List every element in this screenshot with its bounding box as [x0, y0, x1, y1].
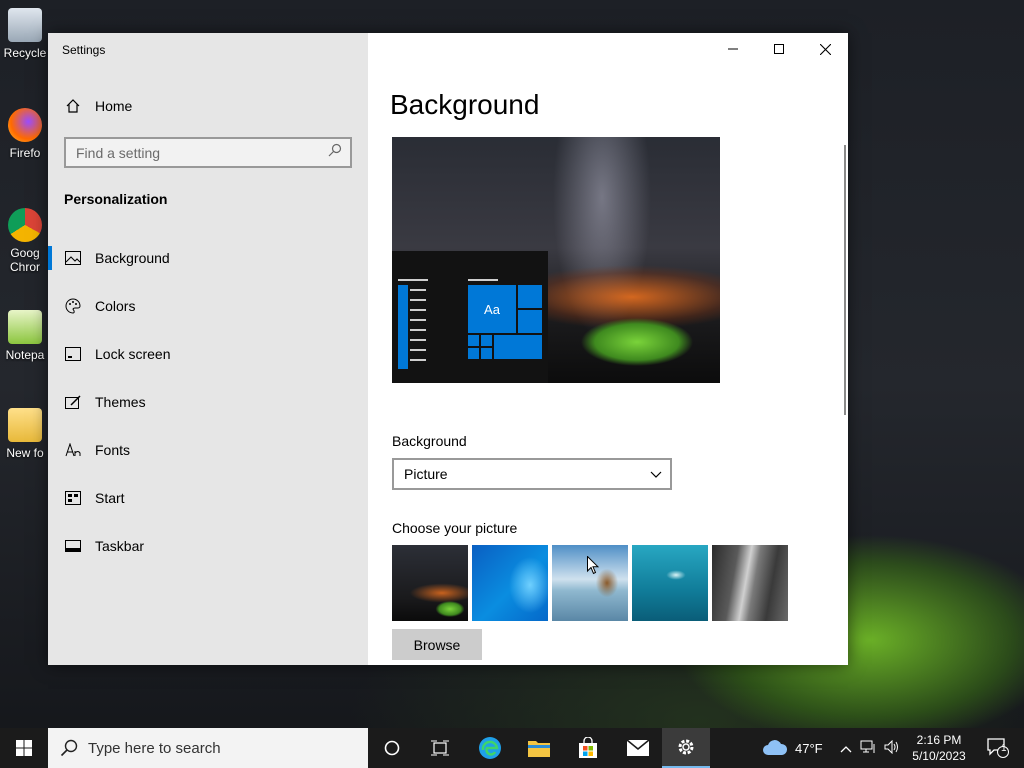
sidebar-item-background[interactable]: Background — [48, 234, 368, 282]
section-title: Personalization — [64, 191, 168, 207]
desktop-icon-label: New fo — [6, 446, 44, 460]
personalization-nav: Background Colors Lock screen Themes Fon… — [48, 234, 368, 570]
sidebar-item-label: Themes — [95, 394, 146, 410]
edge-icon — [479, 737, 501, 759]
desktop-icon-firefox[interactable]: Firefo — [0, 108, 50, 160]
desktop-icon-label: Recycle — [3, 46, 47, 60]
sidebar-item-label: Lock screen — [95, 346, 171, 362]
search-icon[interactable] — [328, 143, 342, 162]
sidebar: Settings Home Personalization Background — [48, 33, 368, 665]
sidebar-item-fonts[interactable]: Fonts — [48, 426, 368, 474]
recycle-bin-icon — [8, 8, 42, 42]
taskbar-app-file-explorer[interactable] — [515, 728, 563, 768]
sidebar-item-label: Start — [95, 490, 125, 506]
notification-count: 1 — [1001, 743, 1007, 754]
chevron-up-icon[interactable] — [840, 741, 852, 756]
sidebar-item-themes[interactable]: Themes — [48, 378, 368, 426]
network-icon[interactable] — [860, 740, 876, 757]
windows-logo-icon — [16, 740, 32, 756]
taskbar-search-placeholder: Type here to search — [88, 739, 221, 757]
browse-button[interactable]: Browse — [392, 629, 482, 660]
clock-time: 2:16 PM — [916, 733, 962, 747]
firefox-icon — [8, 108, 42, 142]
desktop-icon-label: Firefo — [9, 146, 41, 160]
mail-icon — [626, 739, 650, 756]
weather-temperature: 47°F — [795, 740, 823, 756]
home-icon — [64, 97, 82, 115]
find-setting-search[interactable] — [64, 137, 352, 168]
desktop-icon-label: Goog Chror — [9, 246, 40, 274]
cloud-icon — [763, 740, 788, 755]
choose-picture-label: Choose your picture — [392, 520, 518, 536]
picture-thumbnail[interactable] — [392, 545, 468, 621]
preview-tile-text: Aa — [468, 285, 516, 333]
taskbar-app-mail[interactable] — [614, 728, 662, 768]
store-icon — [579, 737, 597, 758]
desktop-icon-notepad[interactable]: Notepa — [0, 310, 50, 362]
folder-icon — [528, 741, 550, 757]
sidebar-item-label: Taskbar — [95, 538, 145, 554]
find-setting-input[interactable] — [76, 144, 328, 161]
background-type-value: Picture — [404, 466, 448, 482]
taskbar-app-store[interactable] — [564, 728, 612, 768]
task-view-icon — [431, 740, 449, 756]
sidebar-item-label: Fonts — [95, 442, 131, 458]
gear-icon — [678, 739, 694, 755]
settings-window: Settings Home Personalization Background — [48, 33, 848, 665]
picture-thumbnail[interactable] — [632, 545, 708, 621]
taskbar-clock[interactable]: 2:16 PM 5/10/2023 — [906, 732, 972, 764]
nav-home[interactable]: Home — [64, 93, 132, 119]
fonts-icon — [64, 441, 82, 459]
nav-home-label: Home — [95, 98, 133, 114]
page-title: Background — [390, 89, 540, 120]
desktop-icon-recycle-bin[interactable]: Recycle — [0, 8, 50, 60]
volume-icon[interactable] — [884, 739, 900, 757]
clock-date: 5/10/2023 — [912, 749, 966, 763]
sidebar-item-lock-screen[interactable]: Lock screen — [48, 330, 368, 378]
taskbar-app-settings[interactable] — [662, 728, 710, 768]
search-icon — [60, 739, 78, 757]
start-menu-mockup: Aa — [392, 251, 548, 383]
folder-icon — [8, 408, 42, 442]
sidebar-item-label: Background — [95, 250, 170, 266]
background-type-dropdown[interactable]: Picture — [392, 458, 672, 490]
background-preview: Aa — [392, 137, 720, 383]
cortana-button[interactable] — [368, 728, 416, 768]
sidebar-item-taskbar[interactable]: Taskbar — [48, 522, 368, 570]
task-view-button[interactable] — [416, 728, 464, 768]
mouse-cursor-icon — [587, 556, 599, 575]
themes-icon — [64, 393, 82, 411]
picture-thumbnail[interactable] — [472, 545, 548, 621]
window-title: Settings — [62, 43, 106, 57]
picture-thumbnail[interactable] — [712, 545, 788, 621]
sidebar-item-label: Colors — [95, 298, 136, 314]
weather-widget[interactable]: 47°F — [762, 728, 823, 768]
lock-screen-icon — [64, 345, 82, 363]
cortana-icon — [384, 740, 400, 756]
chrome-icon — [8, 208, 42, 242]
picture-icon — [64, 249, 82, 267]
taskbar-app-edge[interactable] — [466, 728, 514, 768]
start-button[interactable] — [0, 728, 48, 768]
chevron-down-icon — [650, 466, 662, 482]
action-center-button[interactable]: 1 — [978, 728, 1018, 768]
main-content: Background Aa Background Picture Choose … — [368, 33, 848, 665]
desktop-icon-new-folder[interactable]: New fo — [0, 408, 50, 460]
palette-icon — [64, 297, 82, 315]
system-tray — [840, 728, 900, 768]
desktop-icon-chrome[interactable]: Goog Chror — [0, 208, 50, 274]
desktop-icon-label: Notepa — [5, 348, 45, 362]
taskbar: Type here to search 47°F 2:16 PM 5/10/20… — [0, 728, 1024, 768]
start-icon — [64, 489, 82, 507]
taskbar-search-box[interactable]: Type here to search — [48, 728, 368, 768]
sidebar-item-start[interactable]: Start — [48, 474, 368, 522]
content-scrollbar[interactable] — [844, 145, 846, 415]
notepad-icon — [8, 310, 42, 344]
background-label: Background — [392, 433, 467, 449]
taskbar-icon — [64, 537, 82, 555]
sidebar-item-colors[interactable]: Colors — [48, 282, 368, 330]
